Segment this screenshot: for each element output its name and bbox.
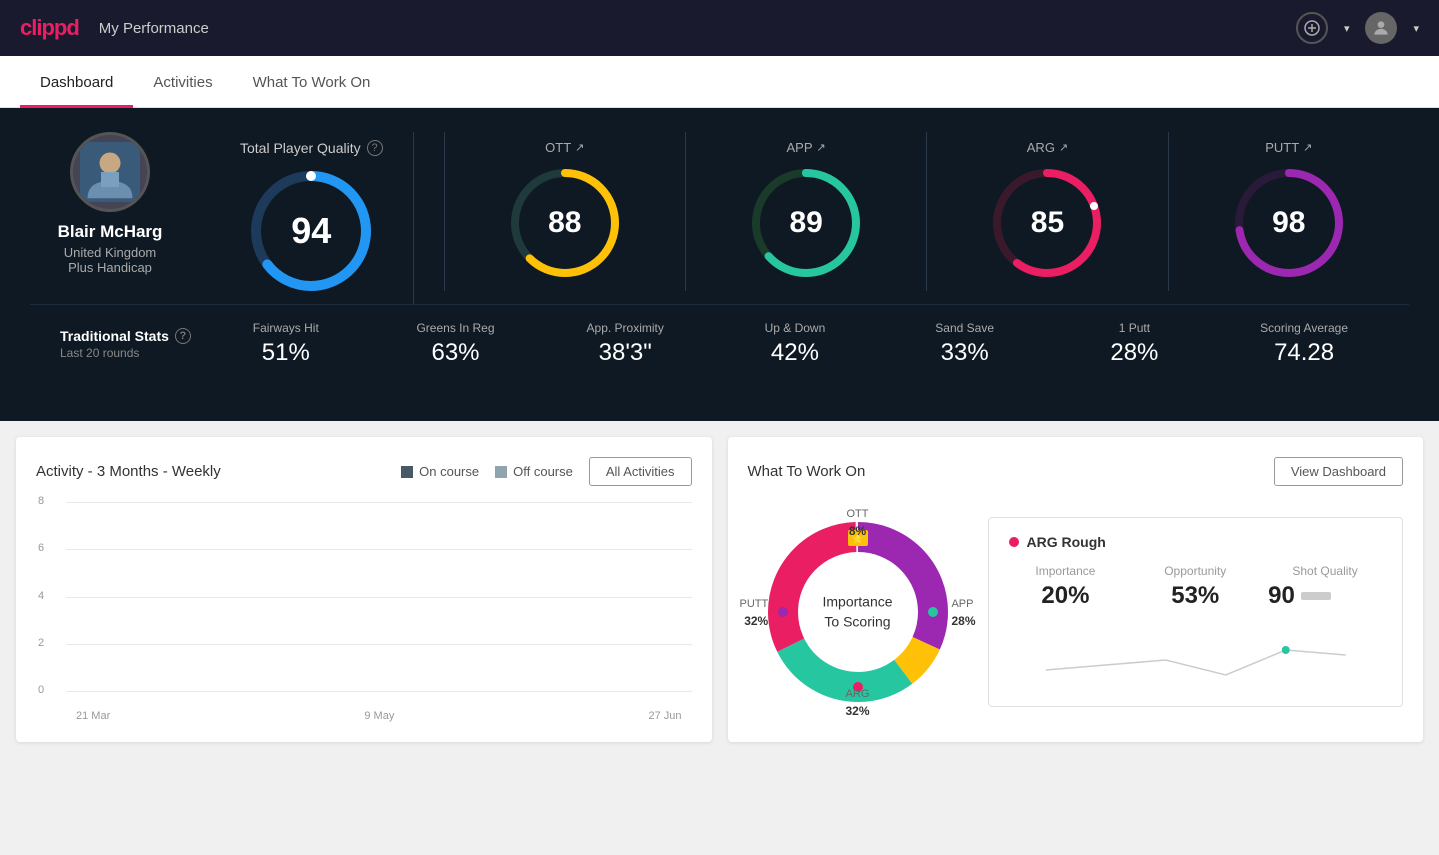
- total-score-circle: 94: [246, 166, 376, 296]
- player-avatar-image: [80, 142, 140, 202]
- x-label-3: 27 Jun: [648, 710, 681, 722]
- putt-label: PUTT ↗: [1265, 140, 1312, 155]
- stat-1putt: 1 Putt 28%: [1060, 321, 1210, 367]
- player-country: United Kingdom: [64, 245, 157, 260]
- avatar-icon: [1371, 18, 1391, 38]
- x-label-2: 9 May: [364, 710, 394, 722]
- legend-on-course: On course: [401, 464, 479, 479]
- x-axis-labels: 21 Mar 9 May 27 Jun: [66, 710, 692, 722]
- arg-segment-label: ARG 32%: [845, 684, 869, 720]
- putt-segment-label: PUTT 32%: [740, 594, 769, 630]
- stat-scoring-average: Scoring Average 74.28: [1229, 321, 1379, 367]
- arg-value: 85: [1031, 206, 1064, 240]
- activity-card-header: Activity - 3 Months - Weekly On course O…: [36, 457, 692, 486]
- arg-detail-dot: [1009, 537, 1019, 547]
- stat-fairways-hit: Fairways Hit 51%: [211, 321, 361, 367]
- info-icon[interactable]: ?: [367, 140, 383, 156]
- view-dashboard-button[interactable]: View Dashboard: [1274, 457, 1403, 486]
- app-label: APP ↗: [787, 140, 826, 155]
- what-to-work-on-card: What To Work On View Dashboard: [728, 437, 1424, 742]
- user-avatar[interactable]: [1365, 12, 1397, 44]
- score-ott: OTT ↗ 88: [445, 132, 686, 291]
- ott-arrow: ↗: [575, 141, 584, 154]
- ott-circle: 88: [505, 163, 625, 283]
- work-card-header: What To Work On View Dashboard: [748, 457, 1404, 486]
- arg-importance: Importance 20%: [1009, 564, 1123, 610]
- arg-detail-title: ARG Rough: [1009, 534, 1383, 550]
- donut-center-text: ImportanceTo Scoring: [822, 592, 892, 631]
- arg-opportunity: Opportunity 53%: [1138, 564, 1252, 610]
- tab-what-to-work-on[interactable]: What To Work On: [233, 56, 391, 108]
- score-arg: ARG ↗ 85: [927, 132, 1168, 291]
- shot-quality-bar: [1301, 592, 1331, 600]
- logo: clippd My Performance: [20, 15, 209, 41]
- stat-greens-in-reg: Greens In Reg 63%: [381, 321, 531, 367]
- activity-card: Activity - 3 Months - Weekly On course O…: [16, 437, 712, 742]
- legend-off-course: Off course: [495, 464, 573, 479]
- bars-container: [66, 502, 692, 692]
- stat-sand-save: Sand Save 33%: [890, 321, 1040, 367]
- player-avatar: [70, 132, 150, 212]
- arg-circle: 85: [987, 163, 1107, 283]
- stat-app-proximity: App. Proximity 38'3": [550, 321, 700, 367]
- all-activities-button[interactable]: All Activities: [589, 457, 692, 486]
- arg-label: ARG ↗: [1027, 140, 1068, 155]
- ott-segment-label: OTT 8%: [847, 504, 869, 540]
- player-stats-panel: Blair McHarg United Kingdom Plus Handica…: [0, 108, 1439, 421]
- tab-nav: Dashboard Activities What To Work On: [0, 56, 1439, 108]
- total-score-value: 94: [291, 210, 331, 252]
- score-app: APP ↗ 89: [686, 132, 927, 291]
- putt-circle: 98: [1229, 163, 1349, 283]
- total-player-quality: Total Player Quality ? 94: [220, 132, 414, 304]
- app-circle: 89: [746, 163, 866, 283]
- app-arrow: ↗: [817, 141, 826, 154]
- putt-value: 98: [1272, 206, 1305, 240]
- bottom-section: Activity - 3 Months - Weekly On course O…: [0, 421, 1439, 758]
- category-scores: OTT ↗ 88 APP ↗: [444, 132, 1409, 291]
- activity-chart-title: Activity - 3 Months - Weekly: [36, 463, 221, 480]
- total-quality-label: Total Player Quality ?: [240, 140, 383, 156]
- chart-legend: On course Off course All Activities: [401, 457, 691, 486]
- on-course-dot: [401, 466, 413, 478]
- work-card-title: What To Work On: [748, 463, 866, 480]
- tab-activities[interactable]: Activities: [133, 56, 232, 108]
- add-dropdown-arrow[interactable]: ▾: [1344, 22, 1350, 35]
- player-name: Blair McHarg: [58, 222, 163, 242]
- arg-trend-chart: [1009, 630, 1383, 690]
- player-section: Blair McHarg United Kingdom Plus Handica…: [30, 132, 1409, 304]
- score-putt: PUTT ↗ 98: [1169, 132, 1409, 291]
- arg-shot-quality: Shot Quality 90: [1268, 564, 1382, 610]
- trad-info-icon[interactable]: ?: [175, 328, 191, 344]
- logo-text: clippd: [20, 15, 79, 41]
- app-value: 89: [789, 206, 822, 240]
- x-label-1: 21 Mar: [76, 710, 110, 722]
- ott-label: OTT ↗: [545, 140, 584, 155]
- header-title: My Performance: [99, 20, 209, 37]
- arg-arrow: ↗: [1059, 141, 1068, 154]
- player-info: Blair McHarg United Kingdom Plus Handica…: [30, 132, 190, 275]
- app-header: clippd My Performance ▾ ▾: [0, 0, 1439, 56]
- plus-icon: [1304, 20, 1320, 36]
- user-dropdown-arrow[interactable]: ▾: [1413, 22, 1419, 35]
- player-handicap: Plus Handicap: [68, 260, 152, 275]
- app-segment-label: APP 28%: [951, 594, 975, 630]
- traditional-stats: Traditional Stats ? Last 20 rounds Fairw…: [30, 304, 1409, 391]
- arg-trend-svg: [1009, 630, 1383, 690]
- donut-chart: ⭐ ImportanceTo Scoring OTT 8% APP 28% AR…: [748, 502, 968, 722]
- ott-value: 88: [548, 206, 581, 240]
- stat-up-down: Up & Down 42%: [720, 321, 870, 367]
- add-button[interactable]: [1296, 12, 1328, 44]
- trad-stats-subtitle: Last 20 rounds: [60, 346, 191, 360]
- putt-arrow: ↗: [1303, 141, 1312, 154]
- arg-detail-stats: Importance 20% Opportunity 53% Shot Qual…: [1009, 564, 1383, 610]
- activity-chart-area: 8 6 4 2 0 21 Mar 9 May 27 Jun: [36, 502, 692, 722]
- trad-stats-label: Traditional Stats ? Last 20 rounds: [60, 328, 191, 360]
- work-content: ⭐ ImportanceTo Scoring OTT 8% APP 28% AR…: [748, 502, 1404, 722]
- off-course-dot: [495, 466, 507, 478]
- trad-stats-title: Traditional Stats ?: [60, 328, 191, 344]
- tab-dashboard[interactable]: Dashboard: [20, 56, 133, 108]
- header-right: ▾ ▾: [1296, 12, 1419, 44]
- arg-detail-card: ARG Rough Importance 20% Opportunity 53%…: [988, 517, 1404, 707]
